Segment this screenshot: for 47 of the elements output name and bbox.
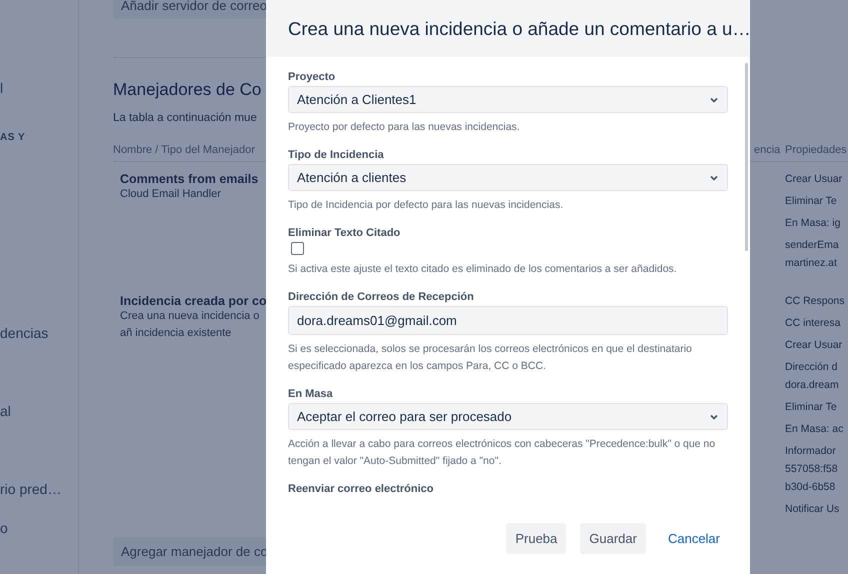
- sidebar-item[interactable]: l: [0, 80, 78, 96]
- section-heading: Manejadores de Co: [113, 80, 262, 100]
- help-text: Si es seleccionada, solos se procesarán los correos electrónicos en que el destinatario especificado aparezca en los campos Para, CC o BCC.: [288, 342, 693, 374]
- handler-type: Crea una nueva incidencia o añ incidencia existente: [120, 309, 260, 341]
- property-text: Eliminar Te: [785, 400, 838, 415]
- help-text: Acción a llevar a cabo para correos electrónicos con cabeceras "Precedence:bulk" o que no tengan el valor "Auto-Submitted" fijado a "no".: [288, 437, 716, 469]
- field-label: En Masa: [288, 388, 334, 400]
- property-text: CC Respons: [785, 294, 846, 309]
- sidebar-item[interactable]: al: [0, 403, 78, 419]
- select-field[interactable]: Aceptar el correo para ser procesado: [288, 403, 728, 430]
- section-description: La tabla a continuación mue: [113, 112, 257, 124]
- cancel-link[interactable]: Cancelar: [660, 523, 728, 554]
- property-text: CC interesa: [785, 316, 842, 331]
- handler-name: Comments from emails: [120, 172, 260, 186]
- dialog-title: Crea una nueva incidencia o añade un comentario a u…: [288, 18, 751, 40]
- field-label: Reenviar correo electrónico: [288, 483, 435, 495]
- sidebar-item[interactable]: rio pred…: [0, 481, 78, 497]
- field-label: Dirección de Correos de Recepción: [288, 291, 475, 303]
- sidebar-item[interactable]: dencias: [0, 325, 78, 341]
- property-text: Notificar Us: [785, 502, 840, 517]
- checkbox[interactable]: [291, 242, 304, 255]
- sidebar-item[interactable]: o: [0, 520, 78, 536]
- property-text: Crear Usuar: [785, 172, 844, 187]
- sidebar-heading: AS Y: [0, 132, 26, 143]
- field-label: Proyecto: [288, 71, 336, 83]
- help-text: Si activa este ajuste el texto citado es eliminado de los comentarios a ser añadidos.: [288, 262, 678, 277]
- help-text: Tipo de Incidencia por defecto para las nuevas incidencias.: [288, 198, 564, 213]
- dialog-button[interactable]: Prueba: [506, 523, 566, 554]
- select-field[interactable]: Atención a clientes: [288, 164, 728, 191]
- handler-name: Incidencia creada por co: [120, 294, 266, 308]
- property-text: Crear Usuar: [785, 338, 844, 353]
- column-header: encia: [752, 136, 785, 162]
- dialog-button[interactable]: Guardar: [580, 523, 646, 554]
- property-text: senderEma martinez.at: [785, 238, 840, 271]
- property-text: En Masa: ac: [785, 422, 844, 437]
- select-field[interactable]: Atención a Clientes1: [288, 86, 728, 113]
- scrollbar-thumb[interactable]: [745, 63, 748, 251]
- property-text: Informador 557058:f58 b30d-6b58: [785, 444, 839, 495]
- property-text: Dirección d dora.dream: [785, 360, 840, 393]
- handler-type: Cloud Email Handler: [120, 187, 222, 202]
- field-label: Tipo de Incidencia: [288, 149, 385, 161]
- help-text: Proyecto por defecto para las nuevas incidencias.: [288, 120, 521, 135]
- input-field[interactable]: dora.dreams01@gmail.com: [288, 306, 728, 335]
- property-text: En Masa: ig: [785, 216, 842, 231]
- field-label: Eliminar Texto Citado: [288, 227, 402, 239]
- column-header: Propiedades: [785, 136, 848, 162]
- property-text: Eliminar Te: [785, 194, 838, 209]
